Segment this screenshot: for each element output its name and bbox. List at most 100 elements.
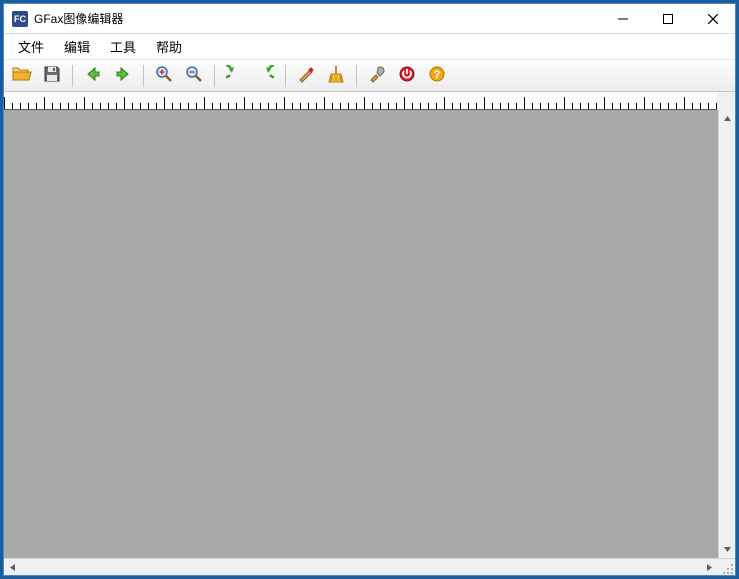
undo-button[interactable] bbox=[221, 63, 249, 89]
ruler-tick bbox=[548, 103, 549, 109]
ruler-tick bbox=[364, 97, 365, 109]
menu-help[interactable]: 帮助 bbox=[146, 34, 192, 59]
canvas-area[interactable] bbox=[4, 110, 718, 558]
ruler-tick bbox=[276, 103, 277, 109]
window-title: GFax图像编辑器 bbox=[34, 10, 123, 27]
zoom-out-button[interactable] bbox=[180, 63, 208, 89]
ruler-tick bbox=[412, 103, 413, 109]
ruler-tick bbox=[652, 103, 653, 109]
ruler-tick bbox=[20, 103, 21, 109]
redo-icon bbox=[256, 65, 274, 86]
ruler-tick bbox=[180, 103, 181, 109]
ruler-tick bbox=[596, 103, 597, 109]
ruler-tick bbox=[60, 103, 61, 109]
toolbar-separator bbox=[72, 65, 73, 87]
ruler-tick bbox=[324, 97, 325, 109]
undo-icon bbox=[226, 65, 244, 86]
ruler-tick bbox=[604, 97, 605, 109]
maximize-button[interactable] bbox=[645, 4, 690, 34]
forward-button[interactable] bbox=[109, 63, 137, 89]
ruler-tick bbox=[620, 103, 621, 109]
app-window: FC GFax图像编辑器 文件 编辑 工具 帮助 bbox=[3, 3, 736, 576]
horizontal-ruler bbox=[4, 92, 717, 110]
horizontal-scrollbar[interactable] bbox=[4, 559, 718, 575]
ruler-tick bbox=[140, 103, 141, 109]
open-button[interactable] bbox=[8, 63, 36, 89]
ruler-tick bbox=[268, 103, 269, 109]
scroll-down-button[interactable] bbox=[719, 541, 735, 558]
ruler-tick bbox=[284, 97, 285, 109]
scroll-v-track[interactable] bbox=[719, 127, 735, 541]
ruler-tick bbox=[636, 103, 637, 109]
clean-button[interactable] bbox=[322, 63, 350, 89]
toolbar: ? bbox=[4, 60, 735, 92]
menu-bar: 文件 编辑 工具 帮助 bbox=[4, 34, 735, 60]
back-button[interactable] bbox=[79, 63, 107, 89]
ruler-tick bbox=[700, 103, 701, 109]
ruler-tick bbox=[124, 97, 125, 109]
ruler-tick bbox=[428, 103, 429, 109]
ruler-tick bbox=[340, 103, 341, 109]
canvas-row bbox=[4, 110, 735, 558]
ruler-tick bbox=[612, 103, 613, 109]
minimize-button[interactable] bbox=[600, 4, 645, 34]
ruler-tick bbox=[148, 103, 149, 109]
arrow-left-icon bbox=[84, 65, 102, 86]
ruler-tick bbox=[252, 103, 253, 109]
ruler-tick bbox=[476, 103, 477, 109]
ruler-tick bbox=[420, 103, 421, 109]
app-icon: FC bbox=[12, 11, 28, 27]
svg-text:?: ? bbox=[434, 69, 441, 81]
brush-icon bbox=[297, 65, 315, 86]
ruler-tick bbox=[396, 103, 397, 109]
scroll-up-button[interactable] bbox=[719, 110, 735, 127]
ruler-tick bbox=[572, 103, 573, 109]
wrench-screwdriver-icon bbox=[368, 65, 386, 86]
ruler-tick bbox=[52, 103, 53, 109]
ruler-tick bbox=[220, 103, 221, 109]
settings-button[interactable] bbox=[363, 63, 391, 89]
scroll-left-button[interactable] bbox=[4, 559, 21, 575]
menu-file[interactable]: 文件 bbox=[8, 34, 54, 59]
scroll-h-track[interactable] bbox=[21, 559, 701, 575]
content-area bbox=[4, 92, 735, 575]
resize-grip[interactable] bbox=[718, 559, 735, 575]
window-controls bbox=[600, 4, 735, 33]
ruler-tick bbox=[716, 103, 717, 109]
vertical-scrollbar[interactable] bbox=[718, 110, 735, 558]
ruler-tick bbox=[444, 97, 445, 109]
help-icon: ? bbox=[428, 65, 446, 86]
ruler-tick bbox=[12, 103, 13, 109]
ruler-tick bbox=[500, 103, 501, 109]
ruler-tick bbox=[556, 103, 557, 109]
ruler-tick bbox=[108, 103, 109, 109]
ruler-tick bbox=[524, 97, 525, 109]
help-button[interactable]: ? bbox=[423, 63, 451, 89]
ruler-tick bbox=[116, 103, 117, 109]
ruler-tick bbox=[660, 103, 661, 109]
ruler-tick bbox=[404, 97, 405, 109]
ruler-tick bbox=[228, 103, 229, 109]
save-button[interactable] bbox=[38, 63, 66, 89]
ruler-tick bbox=[76, 103, 77, 109]
menu-edit[interactable]: 编辑 bbox=[54, 34, 100, 59]
close-button[interactable] bbox=[690, 4, 735, 34]
ruler-tick bbox=[452, 103, 453, 109]
folder-open-icon bbox=[12, 65, 32, 86]
ruler-tick bbox=[132, 103, 133, 109]
ruler-tick bbox=[36, 103, 37, 109]
ruler-tick bbox=[308, 103, 309, 109]
ruler-tick bbox=[212, 103, 213, 109]
title-bar: FC GFax图像编辑器 bbox=[4, 4, 735, 34]
ruler-tick bbox=[356, 103, 357, 109]
toolbar-separator bbox=[214, 65, 215, 87]
scroll-right-button[interactable] bbox=[701, 559, 718, 575]
menu-tools[interactable]: 工具 bbox=[100, 34, 146, 59]
ruler-tick bbox=[516, 103, 517, 109]
ruler-tick bbox=[68, 103, 69, 109]
floppy-save-icon bbox=[43, 65, 61, 86]
power-button[interactable] bbox=[393, 63, 421, 89]
brush-button[interactable] bbox=[292, 63, 320, 89]
redo-button[interactable] bbox=[251, 63, 279, 89]
zoom-in-button[interactable] bbox=[150, 63, 178, 89]
